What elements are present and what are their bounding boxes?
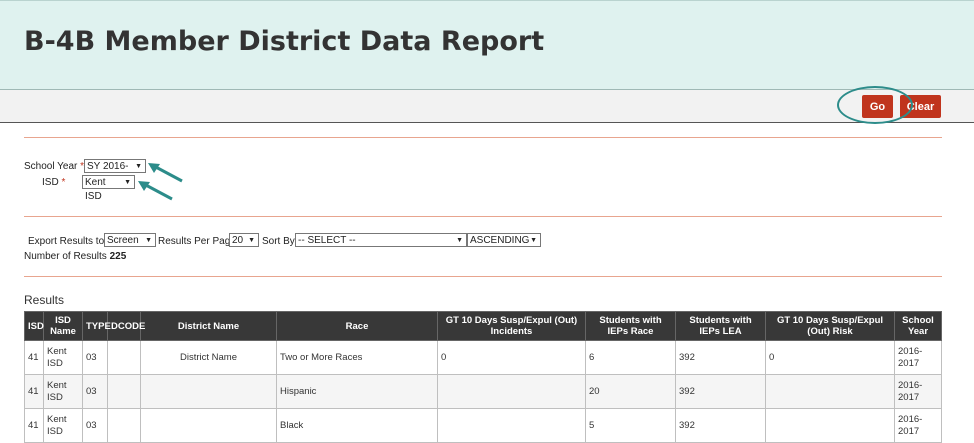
school-year-label: School Year *: [24, 161, 85, 172]
table-cell: [107, 408, 141, 443]
table-cell: Kent ISD: [43, 374, 83, 409]
sort-by-label: Sort By: [262, 236, 295, 247]
table-cell: 41: [24, 408, 44, 443]
table-cell: Two or More Races: [276, 340, 438, 375]
isd-select[interactable]: Kent ISD ▼: [82, 175, 135, 202]
chevron-down-icon: ▼: [124, 179, 131, 186]
export-label: Export Results to: [28, 236, 105, 247]
export-select[interactable]: Screen ▼: [104, 233, 156, 247]
table-cell: 2016-2017: [894, 408, 942, 443]
table-cell: 6: [585, 340, 676, 375]
chevron-down-icon: ▼: [530, 237, 537, 244]
results-table: ISD ISD Name TYPE DCODE District Name Ra…: [24, 311, 942, 443]
toolbar: Go Clear: [0, 90, 974, 123]
table-cell: [107, 374, 141, 409]
table-cell: 03: [82, 408, 108, 443]
table-cell: [140, 408, 277, 443]
table-cell: 0: [765, 340, 895, 375]
column-header[interactable]: Race: [276, 311, 438, 341]
table-cell: 41: [24, 374, 44, 409]
school-year-select[interactable]: SY 2016-17 ▼: [84, 159, 146, 186]
per-page-select[interactable]: 20 ▼: [229, 233, 259, 247]
annotation-arrow-icon: [138, 181, 173, 201]
table-row: 41 Kent ISD 03 District Name Two or More…: [24, 340, 942, 375]
sort-order-select[interactable]: ASCENDING ▼: [467, 233, 541, 247]
table-cell: District Name: [140, 340, 277, 375]
column-header[interactable]: GT 10 Days Susp/Expul (Out) Risk: [765, 311, 895, 341]
divider: [24, 216, 942, 217]
table-cell: 2016-2017: [894, 340, 942, 375]
table-cell: 2016-2017: [894, 374, 942, 409]
table-cell: Black: [276, 408, 438, 443]
page-header: B-4B Member District Data Report: [0, 0, 974, 90]
chevron-down-icon: ▼: [248, 237, 255, 244]
column-header[interactable]: GT 10 Days Susp/Expul (Out) Incidents: [437, 311, 586, 341]
table-cell: 5: [585, 408, 676, 443]
go-button[interactable]: Go: [862, 95, 893, 118]
clear-button[interactable]: Clear: [900, 95, 941, 118]
results-title: Results: [24, 293, 65, 307]
table-cell: [765, 408, 895, 443]
table-row: 41 Kent ISD 03 Black 5 392 2016-2017: [24, 408, 942, 443]
table-cell: 41: [24, 340, 44, 375]
divider: [24, 137, 942, 138]
table-cell: [107, 340, 141, 375]
chevron-down-icon: ▼: [135, 163, 142, 170]
divider: [24, 276, 942, 277]
table-row: 41 Kent ISD 03 Hispanic 20 392 2016-2017: [24, 374, 942, 409]
column-header[interactable]: ISD Name: [43, 311, 83, 341]
table-cell: [437, 374, 586, 409]
table-cell: 03: [82, 340, 108, 375]
table-cell: 03: [82, 374, 108, 409]
column-header[interactable]: ISD: [24, 311, 44, 341]
column-header[interactable]: School Year: [894, 311, 942, 341]
table-cell: Kent ISD: [43, 340, 83, 375]
table-cell: [140, 374, 277, 409]
table-cell: [437, 408, 586, 443]
column-header[interactable]: DCODE: [107, 311, 145, 341]
chevron-down-icon: ▼: [145, 237, 152, 244]
results-count: Number of Results 225: [24, 251, 127, 262]
chevron-down-icon: ▼: [456, 237, 463, 244]
per-page-label: Results Per Page: [158, 236, 236, 247]
table-cell: 392: [675, 408, 766, 443]
column-header[interactable]: TYPE: [82, 311, 111, 341]
column-header[interactable]: District Name: [140, 311, 277, 341]
table-header-row: ISD ISD Name TYPE DCODE District Name Ra…: [24, 311, 942, 341]
table-cell: 392: [675, 340, 766, 375]
table-cell: 20: [585, 374, 676, 409]
table-cell: Kent ISD: [43, 408, 83, 443]
column-header[interactable]: Students with IEPs Race: [585, 311, 676, 341]
isd-label: ISD *: [42, 177, 66, 188]
table-cell: [765, 374, 895, 409]
sort-by-select[interactable]: -- SELECT -- ▼: [295, 233, 467, 247]
column-header[interactable]: Students with IEPs LEA: [675, 311, 766, 341]
page-title: B-4B Member District Data Report: [24, 26, 545, 57]
table-cell: Hispanic: [276, 374, 438, 409]
results-count-value: 225: [109, 251, 127, 262]
table-cell: 0: [437, 340, 586, 375]
table-cell: 392: [675, 374, 766, 409]
required-marker: *: [61, 177, 66, 188]
